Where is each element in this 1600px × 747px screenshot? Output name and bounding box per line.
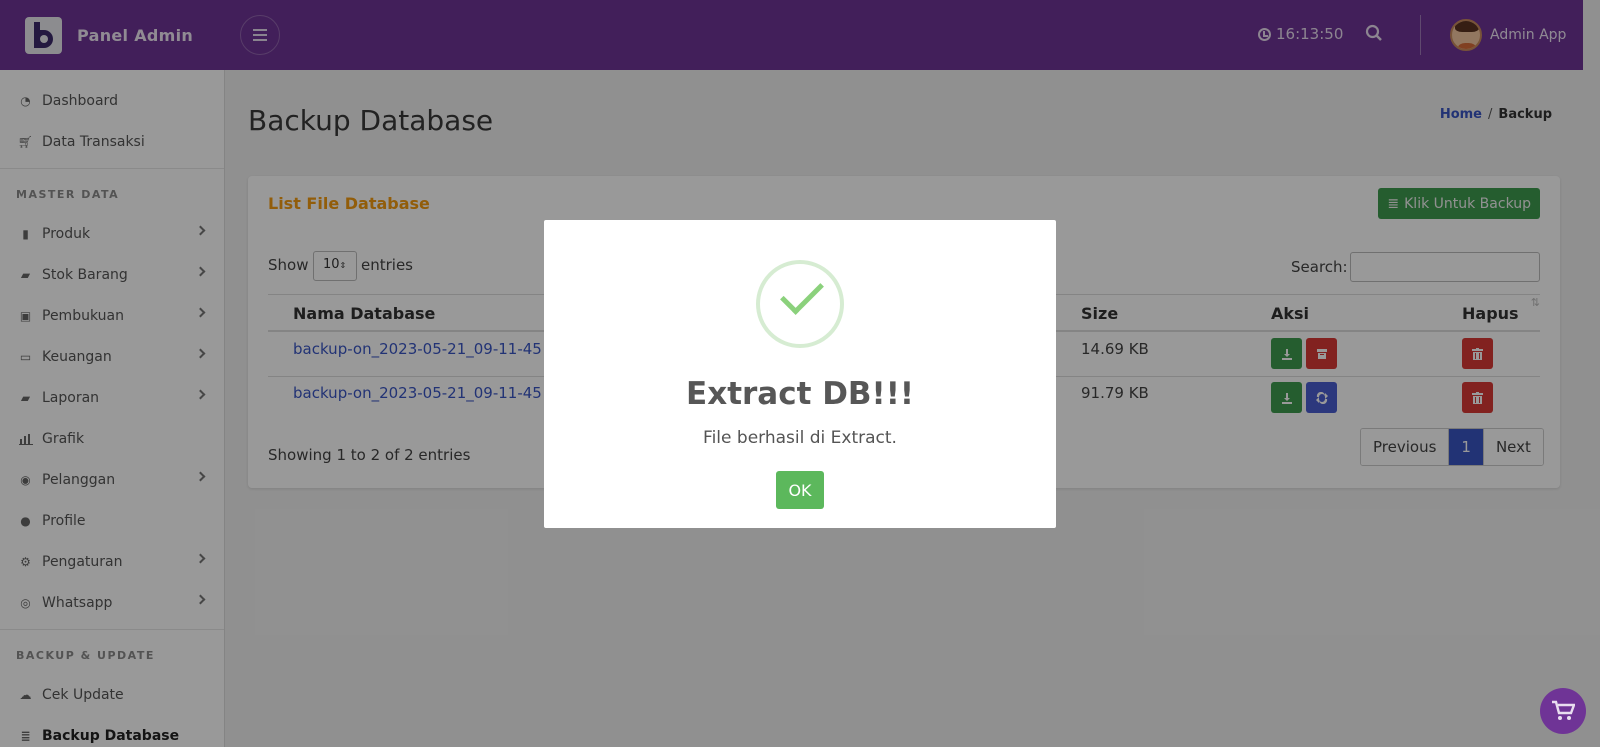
cart-icon [1552,700,1575,720]
ok-button[interactable]: OK [776,471,824,509]
cart-fab-button[interactable] [1540,688,1586,734]
success-check-icon [756,260,844,348]
dialog-message: File berhasil di Extract. [703,428,897,448]
checkmark [780,271,824,315]
success-dialog: Extract DB!!! File berhasil di Extract. … [544,220,1056,528]
dialog-title: Extract DB!!! [686,376,914,412]
